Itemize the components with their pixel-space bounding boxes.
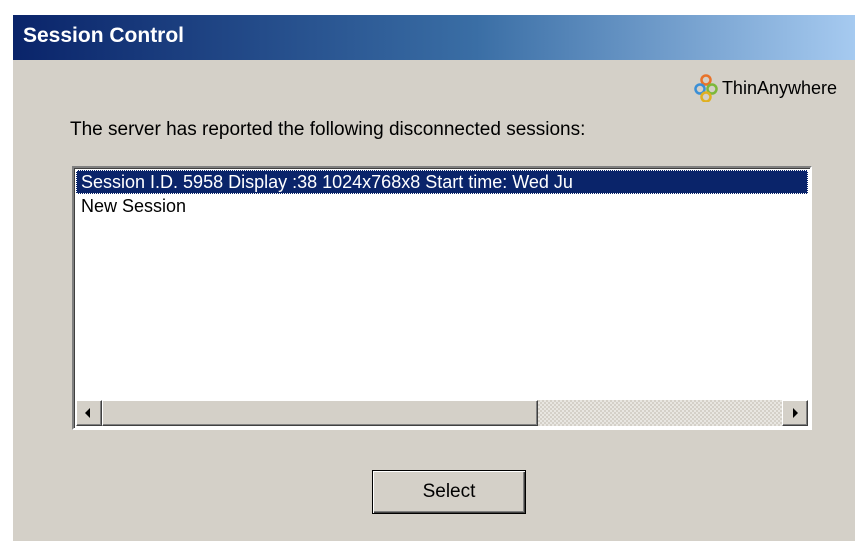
prompt-label: The server has reported the following di… — [70, 119, 586, 140]
select-button[interactable]: Select — [372, 470, 526, 514]
sessions-listbox[interactable]: Session I.D. 5958 Display :38 1024x768x8… — [72, 166, 812, 430]
scroll-left-button[interactable] — [76, 400, 102, 426]
thinanywhere-logo: ThinAnywhere — [694, 73, 837, 103]
thinanywhere-logo-icon — [694, 74, 720, 102]
list-item-session-5958[interactable]: Session I.D. 5958 Display :38 1024x768x8… — [76, 170, 808, 194]
scroll-right-arrow-icon — [793, 408, 798, 418]
logo-text: ThinAnywhere — [721, 77, 837, 98]
session-control-dialog: Session Control ThinAnywhere The server … — [12, 14, 855, 541]
list-item-new-session[interactable]: New Session — [76, 194, 808, 218]
scroll-left-arrow-icon — [85, 408, 90, 418]
scroll-right-button[interactable] — [782, 400, 808, 426]
sessions-list-items: Session I.D. 5958 Display :38 1024x768x8… — [76, 170, 808, 398]
horizontal-scrollbar[interactable] — [76, 400, 808, 426]
title-bar[interactable]: Session Control — [13, 15, 855, 60]
window-title: Session Control — [23, 24, 185, 47]
scroll-thumb[interactable] — [102, 400, 538, 426]
